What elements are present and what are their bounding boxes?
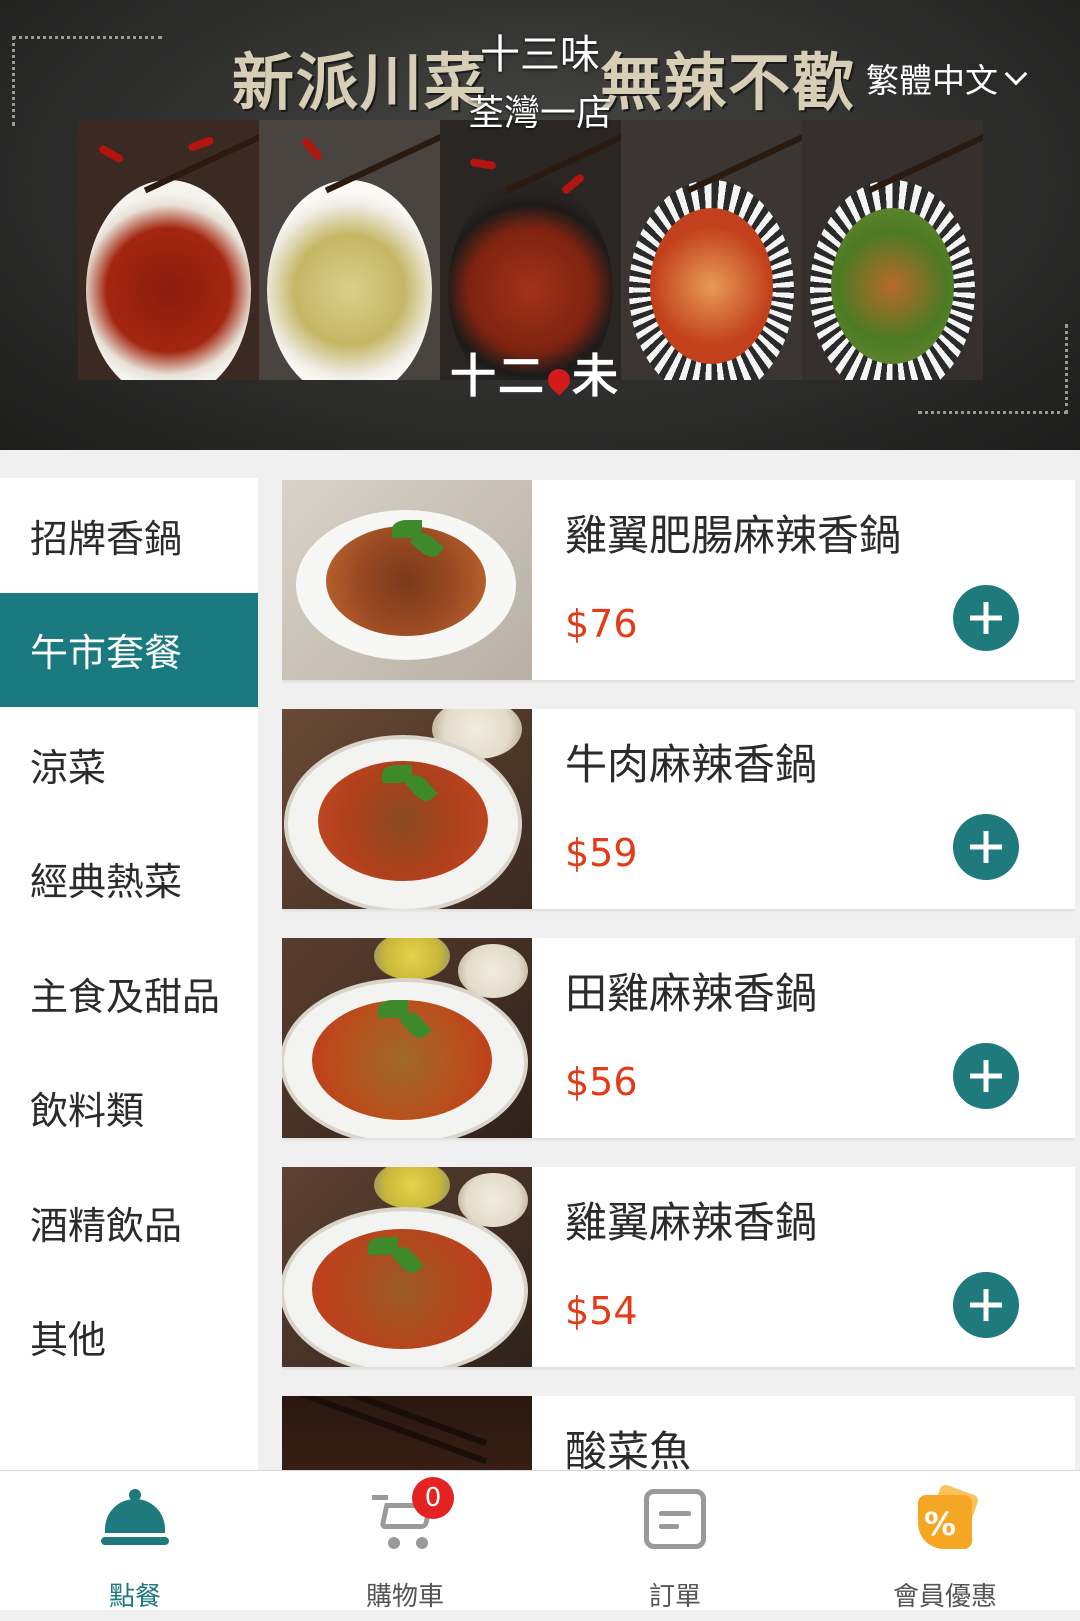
- category-item[interactable]: 招牌香鍋: [0, 478, 258, 593]
- store-name: 十三味: [480, 32, 600, 78]
- menu-item-list: 雞翼肥腸麻辣香鍋 $76 牛肉麻辣香鍋 $59 田雞麻辣香鍋 $56 雞翼麻辣香…: [282, 480, 1075, 1470]
- restaurant-logo: 十二未: [450, 349, 620, 403]
- category-item[interactable]: 主食及甜品: [0, 936, 258, 1051]
- add-to-cart-button[interactable]: [953, 1043, 1019, 1109]
- banner-dish-image: [621, 120, 802, 380]
- menu-item-card[interactable]: 酸菜魚: [282, 1396, 1075, 1470]
- banner-dish-image: [259, 120, 440, 380]
- dish-photo: [282, 1167, 532, 1367]
- language-label: 繁體中文: [866, 61, 998, 100]
- menu-item-name: 雞翼肥腸麻辣香鍋: [565, 511, 902, 560]
- category-item[interactable]: 涼菜: [0, 707, 258, 822]
- cart-count-badge: 0: [412, 1477, 454, 1519]
- category-item[interactable]: 飲料類: [0, 1051, 258, 1166]
- nav-tab-label: 會員優惠: [892, 1582, 997, 1612]
- language-selector[interactable]: 繁體中文: [866, 54, 1028, 102]
- menu-item-price: $76: [565, 602, 638, 646]
- menu-item-card[interactable]: 田雞麻辣香鍋 $56: [282, 938, 1075, 1138]
- add-to-cart-button[interactable]: [953, 814, 1019, 880]
- menu-item-card[interactable]: 牛肉麻辣香鍋 $59: [282, 709, 1075, 909]
- dish-photo: [282, 1396, 532, 1470]
- add-to-cart-button[interactable]: [953, 585, 1019, 651]
- banner-frame-top-left: [12, 36, 162, 126]
- cart-icon: 0: [370, 1477, 454, 1553]
- banner-dish-image: [802, 120, 983, 380]
- menu-item-price: $59: [565, 831, 638, 875]
- order-list-icon: [644, 1489, 706, 1549]
- menu-item-price: $56: [565, 1060, 638, 1104]
- chili-logo-icon: [543, 364, 575, 396]
- menu-item-card[interactable]: 雞翼肥腸麻辣香鍋 $76: [282, 480, 1075, 680]
- nav-tab-label: 訂單: [648, 1582, 701, 1612]
- menu-item-name: 酸菜魚: [565, 1427, 692, 1470]
- category-item[interactable]: 經典熱菜: [0, 822, 258, 937]
- category-item[interactable]: 酒精飲品: [0, 1165, 258, 1280]
- nav-tab-order[interactable]: 點餐: [0, 1471, 270, 1612]
- nav-tab-label: 點餐: [108, 1582, 161, 1612]
- discount-tag-icon: %: [914, 1483, 980, 1551]
- menu-item-name: 雞翼麻辣香鍋: [565, 1198, 818, 1247]
- dish-photo: [282, 938, 532, 1138]
- nav-tab-label: 購物車: [365, 1582, 444, 1612]
- home-indicator-area: [0, 1610, 1080, 1621]
- nav-tab-orders[interactable]: 訂單: [540, 1471, 810, 1612]
- nav-tab-member[interactable]: % 會員優惠: [810, 1471, 1080, 1612]
- add-to-cart-button[interactable]: [953, 1272, 1019, 1338]
- menu-item-name: 牛肉麻辣香鍋: [565, 740, 818, 789]
- banner: 新派川菜 無辣不歡 十三味 荃灣一店 繁體中文 十二 未: [0, 0, 1080, 450]
- category-item[interactable]: 其他: [0, 1280, 258, 1395]
- category-sidebar: 招牌香鍋 午市套餐 涼菜 經典熱菜 主食及甜品 飲料類 酒精飲品 其他: [0, 478, 258, 1470]
- store-branch: 荃灣一店: [467, 93, 612, 134]
- menu-item-price: $54: [565, 1289, 638, 1333]
- category-item-active[interactable]: 午市套餐: [0, 592, 258, 707]
- dish-photo: [282, 480, 532, 680]
- menu-item-card[interactable]: 雞翼麻辣香鍋 $54: [282, 1167, 1075, 1367]
- chevron-down-icon: [1004, 62, 1028, 86]
- cloche-icon: [101, 1489, 169, 1553]
- menu-item-name: 田雞麻辣香鍋: [565, 969, 818, 1018]
- menu-screen: 新派川菜 無辣不歡 十三味 荃灣一店 繁體中文 十二 未 招牌香鍋 午市套餐 涼…: [0, 0, 1080, 1621]
- bottom-nav: 點餐 0 購物車 訂單 % 會員優惠: [0, 1470, 1080, 1612]
- nav-tab-cart[interactable]: 0 購物車: [270, 1471, 540, 1612]
- banner-dish-image: [78, 120, 259, 380]
- dish-photo: [282, 709, 532, 909]
